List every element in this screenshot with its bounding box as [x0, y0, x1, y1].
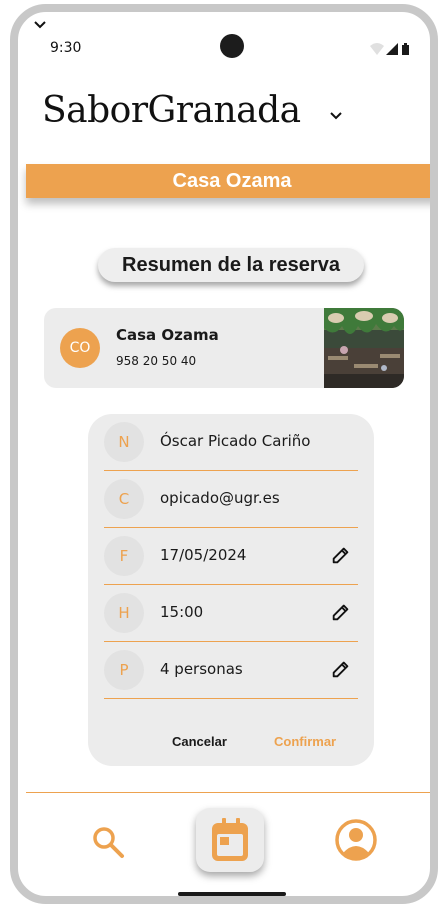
account-icon[interactable] [334, 818, 378, 862]
calendar-icon [212, 818, 248, 861]
battery-icon [402, 45, 409, 55]
nav-calendar-button[interactable] [196, 808, 264, 872]
email-value: opicado@ugr.es [160, 489, 280, 507]
confirm-button[interactable]: Confirmar [274, 734, 336, 749]
name-value: Óscar Picado Cariño [160, 432, 311, 450]
search-icon[interactable] [90, 824, 126, 860]
bottom-nav-divider [26, 792, 430, 793]
app-menu-chevron-icon[interactable] [328, 110, 344, 122]
form-row-date: F 17/05/2024 [104, 528, 358, 585]
chevron-down-icon[interactable] [32, 18, 48, 32]
camera-cutout [220, 34, 244, 58]
row-letter-avatar: C [104, 479, 144, 519]
form-row-people: P 4 personas [104, 642, 358, 699]
people-value: 4 personas [160, 660, 243, 678]
form-row-email: C opicado@ugr.es [104, 471, 358, 528]
time-value: 15:00 [160, 603, 204, 621]
reservation-summary-title: Resumen de la reserva [98, 248, 364, 282]
wifi-icon [370, 43, 384, 55]
restaurant-initials: CO [69, 340, 91, 356]
reservation-form: N Óscar Picado Cariño C opicado@ugr.es F… [88, 414, 374, 766]
restaurant-header-bar: Casa Ozama [26, 164, 430, 198]
summary-title-text: Resumen de la reserva [122, 253, 340, 276]
cancel-button[interactable]: Cancelar [172, 734, 227, 749]
form-row-time: H 15:00 [104, 585, 358, 642]
status-time: 9:30 [50, 40, 82, 56]
edit-people-pencil-icon[interactable] [330, 658, 352, 680]
app-title: SaborGranada [42, 90, 301, 131]
edit-time-pencil-icon[interactable] [330, 601, 352, 623]
row-letter-avatar: F [104, 536, 144, 576]
restaurant-phone: 958 20 50 40 [116, 354, 197, 368]
signal-icon [386, 43, 398, 55]
edit-date-pencil-icon[interactable] [330, 544, 352, 566]
form-row-name: N Óscar Picado Cariño [104, 414, 358, 471]
home-indicator[interactable] [178, 892, 286, 896]
status-icons [370, 43, 409, 55]
restaurant-name: Casa Ozama [116, 326, 219, 344]
restaurant-card[interactable]: CO Casa Ozama 958 20 50 40 [44, 308, 404, 388]
row-letter-avatar: H [104, 593, 144, 633]
phone-frame: 9:30 SaborGranada Casa Ozama Resumen de … [10, 4, 438, 904]
date-value: 17/05/2024 [160, 546, 247, 564]
row-letter-avatar: P [104, 650, 144, 690]
restaurant-avatar: CO [60, 328, 100, 368]
restaurant-photo [324, 308, 404, 388]
restaurant-header-name: Casa Ozama [172, 169, 292, 192]
row-letter-avatar: N [104, 422, 144, 462]
